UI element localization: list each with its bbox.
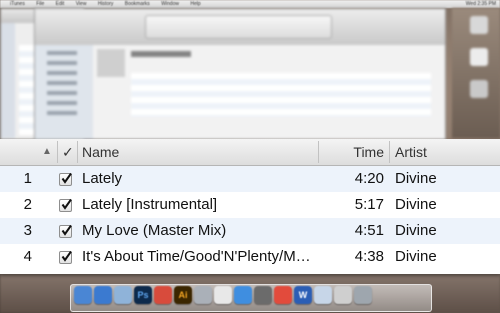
checkbox-column-header[interactable]: ✓ (62, 139, 74, 165)
app-store-icon[interactable] (94, 286, 112, 304)
track-name: It's About Time/Good'N'Plenty/M… (82, 248, 311, 265)
track-list: ▲ ✓ Name Time Artist 1 Lately 4:20 Divin… (0, 139, 500, 274)
track-name: My Love (Master Mix) (82, 222, 227, 239)
document-icon[interactable] (470, 80, 488, 98)
finder-icon[interactable] (74, 286, 92, 304)
desktop-right-area (452, 8, 500, 138)
track-time: 4:38 (354, 248, 384, 265)
track-checkbox[interactable] (59, 166, 73, 192)
menu-item-file[interactable]: File (36, 1, 44, 7)
photoshop-icon[interactable]: Ps (134, 286, 152, 304)
menu-item-app[interactable]: iTunes (10, 1, 25, 7)
dock-icons: Ps Ai W (74, 283, 430, 307)
sort-up-icon[interactable]: ▲ (42, 139, 54, 165)
album-artwork (97, 49, 125, 77)
menu-item-edit[interactable]: Edit (56, 1, 65, 7)
column-header-time[interactable]: Time (318, 139, 384, 165)
launchpad-icon[interactable] (194, 286, 212, 304)
menu-item-window[interactable]: Window (161, 1, 179, 7)
table-row[interactable]: 1 Lately 4:20 Divine (0, 166, 500, 192)
word-icon[interactable]: W (294, 286, 312, 304)
checkmark-icon[interactable] (59, 224, 72, 238)
track-artist: Divine (395, 170, 437, 187)
preview-icon[interactable] (234, 286, 252, 304)
column-divider[interactable] (389, 141, 390, 163)
track-checkbox[interactable] (59, 218, 73, 244)
system-icon[interactable] (254, 286, 272, 304)
menubar-clock[interactable]: Wed 2:35 PM (466, 0, 496, 8)
track-time: 4:51 (354, 222, 384, 239)
checkmark-icon[interactable] (59, 172, 72, 186)
track-checkbox[interactable] (59, 244, 73, 270)
finder-sidebar (1, 23, 15, 138)
track-number: 1 (23, 170, 32, 187)
track-name: Lately (82, 170, 123, 187)
track-artist: Divine (395, 196, 437, 213)
track-time: 4:20 (354, 170, 384, 187)
track-time: 5:17 (354, 196, 384, 213)
track-number: 2 (23, 196, 32, 213)
menu-bar: iTunes File Edit View History Bookmarks … (0, 0, 500, 8)
table-row[interactable]: 4 It's About Time/Good'N'Plenty/M… 4:38 … (0, 244, 500, 270)
drive-icon[interactable] (470, 16, 488, 34)
folder-icon-2[interactable] (334, 286, 352, 304)
disk-icon[interactable] (470, 48, 488, 66)
background-itunes-window (34, 8, 446, 140)
track-artist: Divine (395, 222, 437, 239)
menu-item-view[interactable]: View (76, 1, 87, 7)
chrome-icon[interactable] (154, 286, 172, 304)
itunes-sidebar (35, 45, 93, 139)
menu-item-help[interactable]: Help (190, 1, 200, 7)
checkmark-icon[interactable] (59, 198, 72, 212)
trash-icon[interactable] (354, 286, 372, 304)
track-list-header: ▲ ✓ Name Time Artist (0, 139, 500, 166)
illustrator-icon[interactable]: Ai (174, 286, 192, 304)
chrome-icon-2[interactable] (274, 286, 292, 304)
column-divider[interactable] (57, 141, 58, 163)
column-header-artist[interactable]: Artist (395, 139, 475, 165)
track-number: 3 (23, 222, 32, 239)
app-icon[interactable] (214, 286, 232, 304)
menu-item-bookmarks[interactable]: Bookmarks (125, 1, 150, 7)
track-name: Lately [Instrumental] (82, 196, 218, 213)
table-row[interactable]: 2 Lately [Instrumental] 5:17 Divine (0, 192, 500, 218)
column-header-name[interactable]: Name (82, 139, 202, 165)
track-number: 4 (23, 248, 32, 265)
checkmark-icon[interactable] (59, 250, 72, 264)
column-divider[interactable] (77, 141, 78, 163)
track-checkbox[interactable] (59, 192, 73, 218)
track-artist: Divine (395, 248, 437, 265)
safari-icon[interactable] (114, 286, 132, 304)
menu-item-history[interactable]: History (98, 1, 114, 7)
folder-icon[interactable] (314, 286, 332, 304)
table-row[interactable]: 3 My Love (Master Mix) 4:51 Divine (0, 218, 500, 244)
itunes-track-list-blurred (131, 73, 431, 117)
album-title-blurred (131, 51, 191, 57)
itunes-lcd-display (145, 15, 332, 39)
